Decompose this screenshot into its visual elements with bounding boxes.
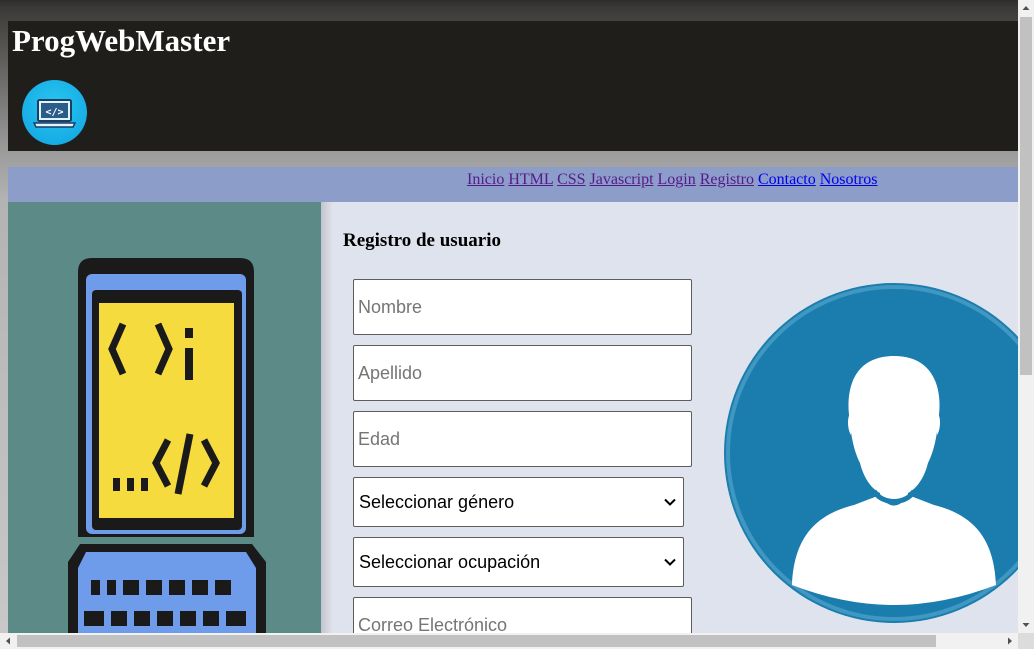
horizontal-scroll-thumb[interactable] [17,635,936,647]
ocupacion-select-value: Seleccionar ocupación [359,552,541,572]
content-divider [321,202,333,633]
nombre-input[interactable] [353,279,692,335]
chevron-down-icon [664,558,676,566]
correo-input[interactable] [353,597,692,633]
nav-link-css[interactable]: CSS [557,171,585,188]
nav-link-contacto[interactable]: Contacto [758,171,816,188]
vertical-scroll-thumb[interactable] [1020,17,1032,375]
genero-select-value: Seleccionar género [359,492,515,512]
nav-links: Inicio HTML CSS Javascript Login Registr… [467,171,878,189]
vertical-scrollbar[interactable] [1018,0,1034,633]
horizontal-scrollbar[interactable] [0,633,1018,649]
scroll-up-arrow-icon[interactable] [1018,0,1034,16]
laptop-code-illustration [68,258,266,633]
form-title: Registro de usuario [343,230,501,251]
registration-panel: Registro de usuario Seleccionar género S… [333,202,1018,633]
nav-link-inicio[interactable]: Inicio [467,171,504,188]
svg-text:</>: </> [45,107,63,118]
user-avatar-icon [724,283,1018,623]
nav-link-login[interactable]: Login [658,171,696,188]
scroll-right-arrow-icon[interactable] [1002,633,1018,649]
nav-link-registro[interactable]: Registro [700,171,754,188]
nav-link-html[interactable]: HTML [508,171,553,188]
sidebar-illustration [8,202,321,633]
genero-select[interactable]: Seleccionar género [353,477,684,527]
nav-bar: Inicio HTML CSS Javascript Login Registr… [8,167,1018,202]
ocupacion-select[interactable]: Seleccionar ocupación [353,537,684,587]
chevron-down-icon [664,498,676,506]
nav-link-nosotros[interactable]: Nosotros [820,171,878,188]
site-header: ProgWebMaster </> [8,21,1018,151]
laptop-code-icon: </> [22,80,87,145]
scroll-down-arrow-icon[interactable] [1018,617,1034,633]
scroll-left-arrow-icon[interactable] [0,633,16,649]
apellido-input[interactable] [353,345,692,401]
edad-input[interactable] [353,411,692,467]
nav-link-javascript[interactable]: Javascript [590,171,654,188]
site-title: ProgWebMaster [12,23,231,58]
scrollbar-corner [1018,633,1034,649]
page-viewport: ProgWebMaster </> Inicio HTML CSS Javasc… [0,0,1018,633]
